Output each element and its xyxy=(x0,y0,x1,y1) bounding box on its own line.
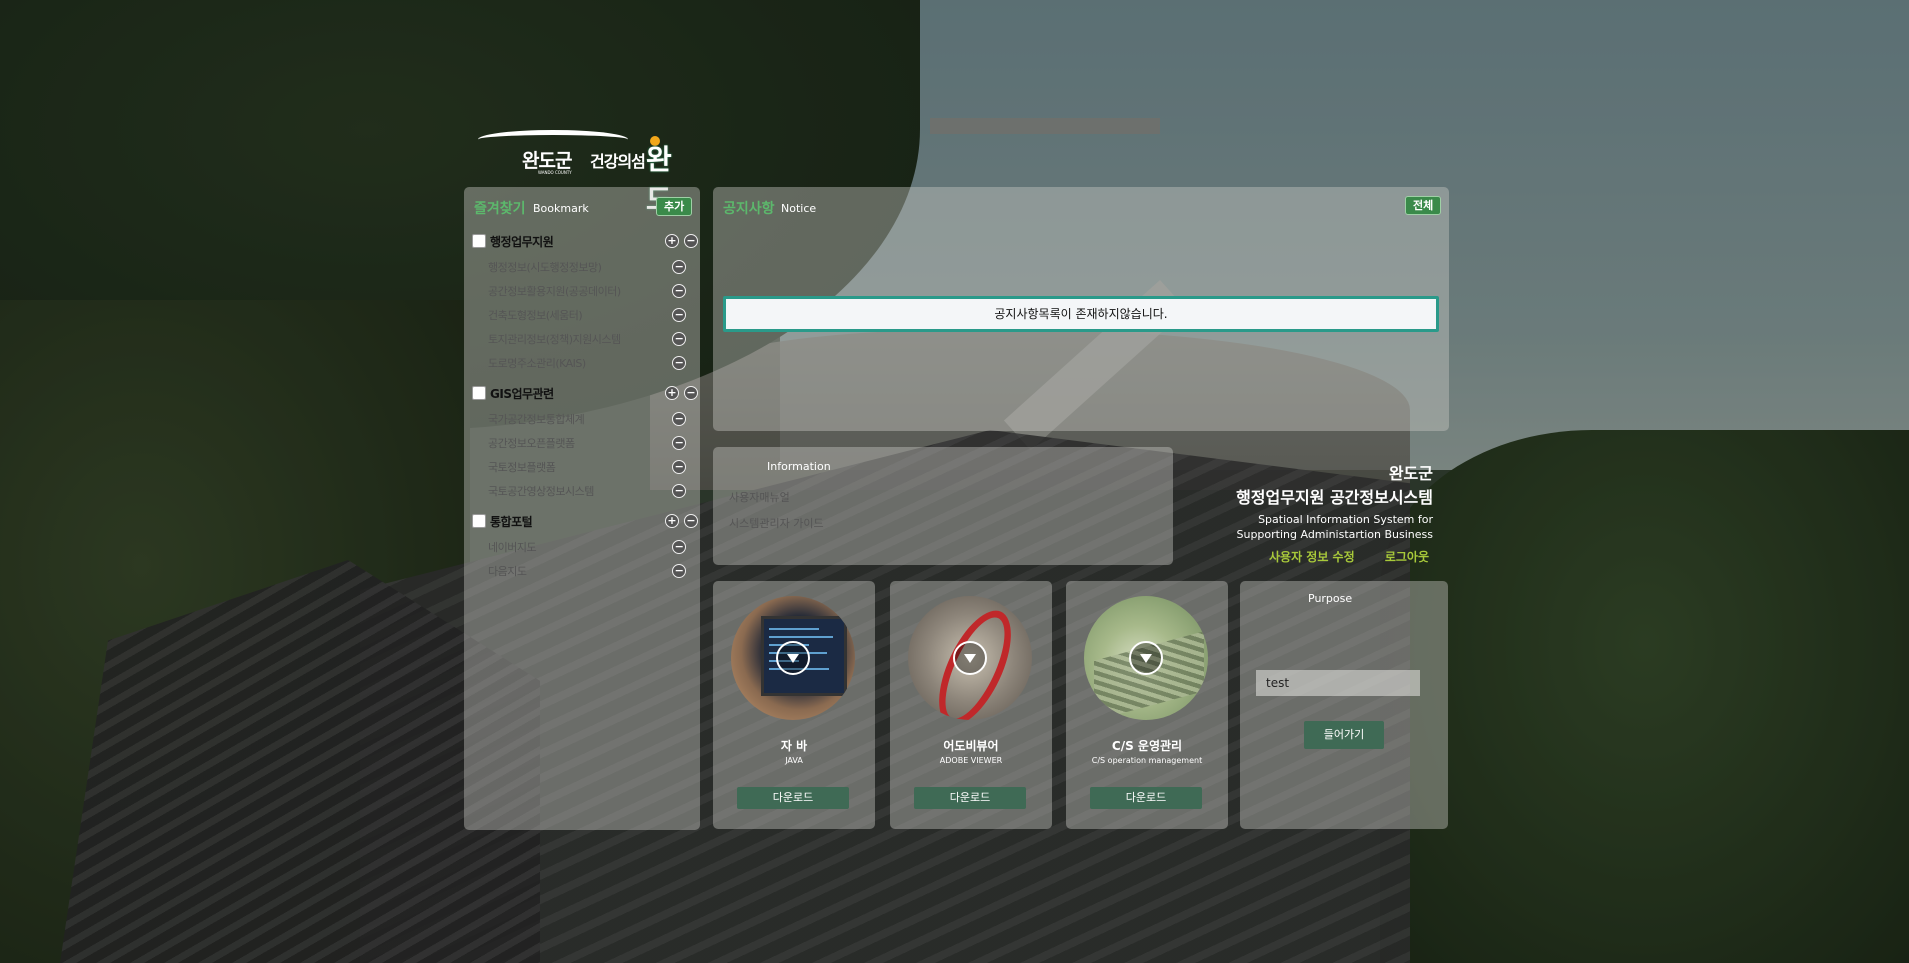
group-label: GIS업무관련 xyxy=(490,387,554,401)
remove-icon[interactable]: − xyxy=(672,412,686,426)
group-label: 행정업무지원 xyxy=(490,235,554,249)
download-button[interactable]: 다운로드 xyxy=(737,787,849,809)
bookmark-item[interactable]: 도로명주소관리(KAIS) − xyxy=(488,355,688,373)
notice-panel: 공지사항 Notice 전체 공지사항목록이 존재하지않습니다. xyxy=(713,187,1449,431)
group-add-icon[interactable]: + xyxy=(665,386,679,400)
download-title: 어도비뷰어 xyxy=(943,739,999,753)
download-card-java: 자 바 JAVA 다운로드 xyxy=(713,581,875,829)
system-name-en-line2: Supporting Administartion Business xyxy=(1236,528,1434,541)
system-name: 행정업무지원 공간정보시스템 xyxy=(1236,488,1433,507)
purpose-panel: Purpose 들어가기 xyxy=(1240,581,1448,829)
logo-name: 완도군 xyxy=(522,150,572,172)
download-card-cs: C/S 운영관리 C/S operation management 다운로드 xyxy=(1066,581,1228,829)
download-card-adobe: 어도비뷰어 ADOBE VIEWER 다운로드 xyxy=(890,581,1052,829)
bookmark-item[interactable]: 건축도형정보(세움터) − xyxy=(488,307,688,325)
remove-icon[interactable]: − xyxy=(672,332,686,346)
group-checkbox[interactable] xyxy=(472,234,486,248)
bookmark-item-label: 공간정보오픈플랫폼 xyxy=(488,437,575,450)
info-link-admin-guide[interactable]: 시스템관리자 가이드 xyxy=(729,515,824,531)
logo-slogan: 건강의섬 xyxy=(590,152,646,171)
notice-empty-message: 공지사항목록이 존재하지않습니다. xyxy=(723,296,1439,332)
user-links: 사용자 정보 수정 로그아웃 xyxy=(1243,548,1429,565)
remove-icon[interactable]: − xyxy=(672,436,686,450)
remove-icon[interactable]: − xyxy=(672,564,686,578)
group-checkbox[interactable] xyxy=(472,514,486,528)
bookmark-item-label: 국토공간영상정보시스템 xyxy=(488,485,594,498)
download-subtitle: C/S operation management xyxy=(1091,756,1203,765)
bookmark-item-label: 토지관리정보(정책)지원시스템 xyxy=(488,333,621,346)
bookmark-item[interactable]: 공간정보활용지원(공공데이터) − xyxy=(488,283,688,301)
bookmark-title: 즐겨찾기 xyxy=(474,201,526,217)
play-download-icon[interactable] xyxy=(776,641,810,675)
enter-button[interactable]: 들어가기 xyxy=(1304,721,1384,749)
system-title-block: 완도군 행정업무지원 공간정보시스템 Spatioal Information … xyxy=(1236,460,1433,542)
bookmark-item[interactable]: 다음지도 − xyxy=(488,563,688,581)
purpose-subtitle: Purpose xyxy=(1308,592,1353,605)
bookmark-group-admin: 행정업무지원 + − xyxy=(472,232,698,252)
information-subtitle: Information xyxy=(767,460,831,473)
download-title: C/S 운영관리 xyxy=(1111,739,1183,753)
remove-icon[interactable]: − xyxy=(672,540,686,554)
download-title: 자 바 xyxy=(780,739,808,753)
wando-logo: 완도군 WANDO COUNTY 건강의섬 완도 xyxy=(478,126,688,216)
logo-county: WANDO COUNTY xyxy=(538,170,572,175)
download-subtitle: JAVA xyxy=(785,756,803,765)
download-subtitle: ADOBE VIEWER xyxy=(939,756,1003,765)
bookmark-item-label: 공간정보활용지원(공공데이터) xyxy=(488,285,621,298)
remove-icon[interactable]: − xyxy=(672,260,686,274)
system-org: 완도군 xyxy=(1388,464,1433,483)
group-remove-icon[interactable]: − xyxy=(684,386,698,400)
bookmark-item[interactable]: 토지관리정보(정책)지원시스템 − xyxy=(488,331,688,349)
bookmark-item[interactable]: 국가공간정보통합체계 − xyxy=(488,411,688,429)
group-checkbox[interactable] xyxy=(472,386,486,400)
bookmark-item[interactable]: 공간정보오픈플랫폼 − xyxy=(488,435,688,453)
bookmark-item[interactable]: 행정정보(시도행정정보망) − xyxy=(488,259,688,277)
bookmark-item[interactable]: 국토공간영상정보시스템 − xyxy=(488,483,688,501)
remove-icon[interactable]: − xyxy=(672,308,686,322)
group-remove-icon[interactable]: − xyxy=(684,234,698,248)
bookmark-subtitle: Bookmark xyxy=(533,202,589,215)
group-add-icon[interactable]: + xyxy=(665,234,679,248)
notice-title: 공지사항 xyxy=(723,201,775,217)
information-panel: Information 사용자매뉴얼 시스템관리자 가이드 xyxy=(713,447,1173,565)
bookmark-group-portal: 통합포털 + − xyxy=(472,512,698,532)
play-download-icon[interactable] xyxy=(1129,641,1163,675)
bookmark-item-label: 다음지도 xyxy=(488,565,527,578)
bookmark-add-button[interactable]: 추가 xyxy=(656,197,693,216)
bookmark-item[interactable]: 네이버지도 − xyxy=(488,539,688,557)
info-link-user-manual[interactable]: 사용자매뉴얼 xyxy=(729,489,790,505)
remove-icon[interactable]: − xyxy=(672,484,686,498)
logout-link[interactable]: 로그아웃 xyxy=(1385,550,1429,564)
system-name-en: Spatioal Information System for Supporti… xyxy=(1236,512,1434,542)
system-name-en-line1: Spatioal Information System for xyxy=(1258,513,1433,526)
play-download-icon[interactable] xyxy=(953,641,987,675)
bookmark-item-label: 행정정보(시도행정정보망) xyxy=(488,261,602,274)
bookmark-panel: 즐겨찾기 Bookmark 추가 행정업무지원 + − 행정정보(시도행정정보망… xyxy=(464,187,700,830)
remove-icon[interactable]: − xyxy=(672,284,686,298)
bookmark-group-gis: GIS업무관련 + − xyxy=(472,384,698,404)
purpose-input[interactable] xyxy=(1256,670,1420,696)
notice-subtitle: Notice xyxy=(781,202,817,215)
notice-all-button[interactable]: 전체 xyxy=(1405,196,1442,215)
remove-icon[interactable]: − xyxy=(672,356,686,370)
group-label: 통합포털 xyxy=(490,515,533,529)
bookmark-item-label: 국토정보플랫폼 xyxy=(488,461,556,474)
remove-icon[interactable]: − xyxy=(672,460,686,474)
bookmark-item-label: 네이버지도 xyxy=(488,541,537,554)
user-info-edit-link[interactable]: 사용자 정보 수정 xyxy=(1269,550,1355,564)
group-add-icon[interactable]: + xyxy=(665,514,679,528)
bookmark-item-label: 건축도형정보(세움터) xyxy=(488,309,583,322)
bookmark-item[interactable]: 국토정보플랫폼 − xyxy=(488,459,688,477)
bookmark-item-label: 도로명주소관리(KAIS) xyxy=(488,357,586,370)
download-button[interactable]: 다운로드 xyxy=(914,787,1026,809)
group-remove-icon[interactable]: − xyxy=(684,514,698,528)
download-button[interactable]: 다운로드 xyxy=(1090,787,1202,809)
bookmark-item-label: 국가공간정보통합체계 xyxy=(488,413,585,426)
